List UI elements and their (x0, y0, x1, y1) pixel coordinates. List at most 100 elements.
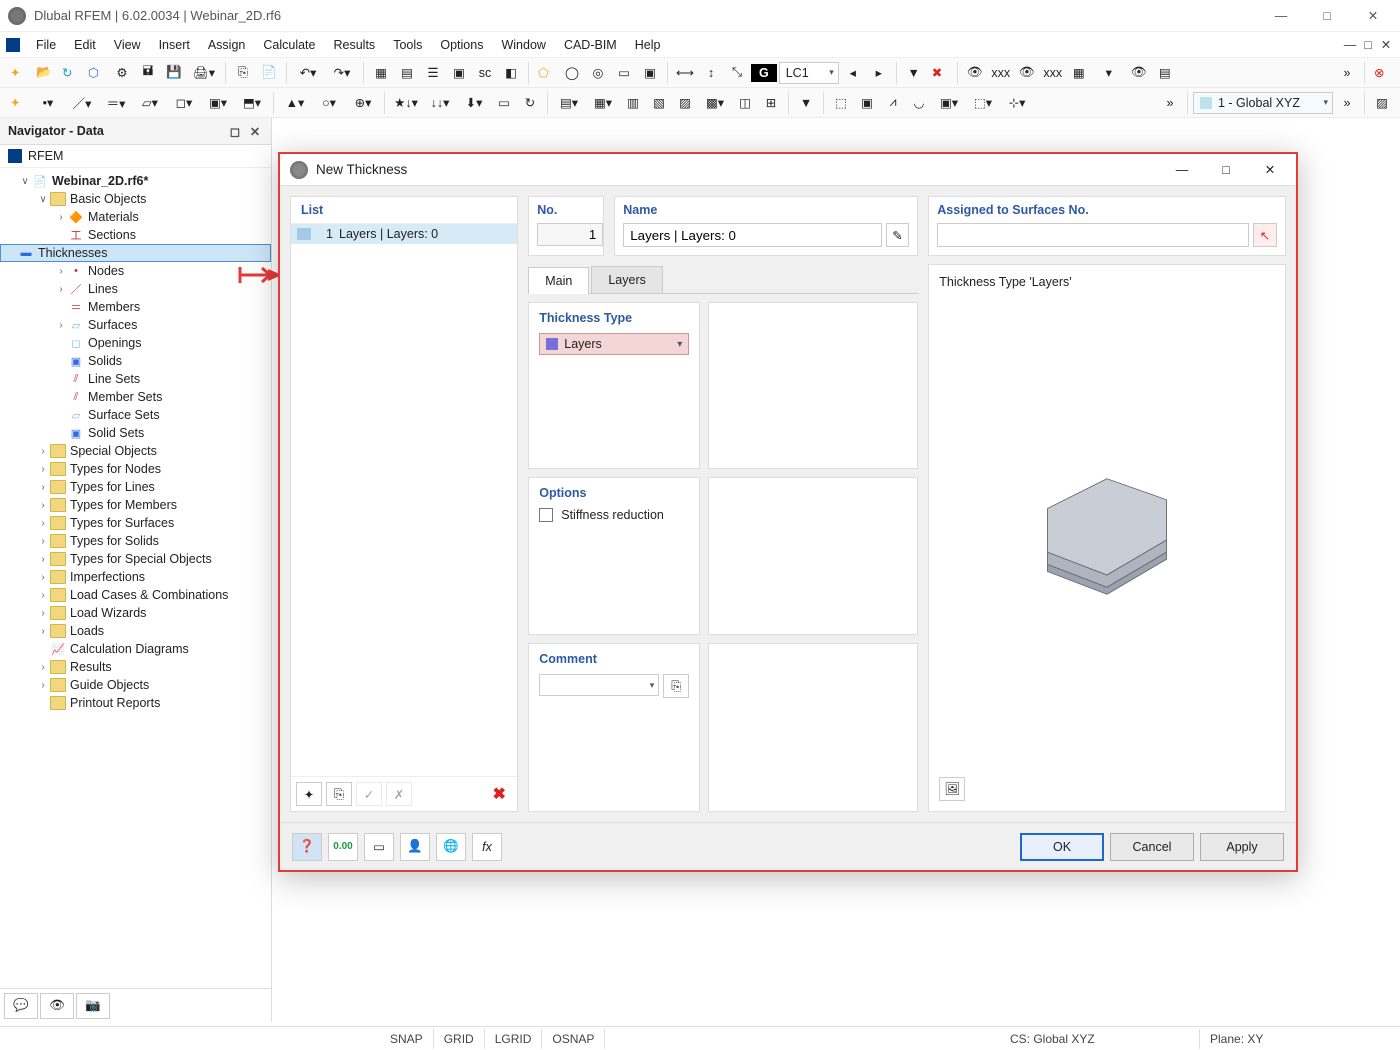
tree-members[interactable]: ＝Members (0, 298, 271, 316)
tree-guide[interactable]: ›Guide Objects (0, 676, 271, 694)
tree-types-members[interactable]: ›Types for Members (0, 496, 271, 514)
apply-button[interactable]: Apply (1200, 833, 1284, 861)
chevron-right-3-icon[interactable]: » (1335, 91, 1359, 115)
show-loads-icon[interactable]: 👁 (963, 61, 987, 85)
globe-button[interactable]: 🌐 (436, 833, 466, 861)
maximize-button[interactable]: □ (1304, 1, 1350, 31)
dim-v-icon[interactable]: ↕ (699, 61, 723, 85)
menu-options[interactable]: Options (432, 35, 491, 55)
edit-name-icon[interactable]: ✎ (886, 223, 910, 247)
cancel-button[interactable]: Cancel (1110, 833, 1194, 861)
select-cross-icon[interactable]: ▣ (638, 61, 662, 85)
menu-cadbim[interactable]: CAD-BIM (556, 35, 625, 55)
funnel-icon[interactable]: ▼ (794, 91, 818, 115)
navigator-root[interactable]: RFEM (0, 145, 271, 168)
tree-solid-sets[interactable]: ▣Solid Sets (0, 424, 271, 442)
load-node-icon[interactable]: ★↓▾ (390, 91, 422, 115)
tree-nodes[interactable]: ›•Nodes (0, 262, 271, 280)
close-button[interactable]: ✕ (1350, 1, 1396, 31)
stop-icon[interactable]: ⊗ (1370, 61, 1394, 85)
show-values-icon[interactable]: xxx (1041, 61, 1065, 85)
select-all-icon[interactable]: ◎ (586, 61, 610, 85)
tree-types-solids[interactable]: ›Types for Solids (0, 532, 271, 550)
mdi-min-icon[interactable]: — (1342, 38, 1358, 52)
view-mode-button[interactable]: ▭ (364, 833, 394, 861)
group3-icon[interactable]: ▥ (621, 91, 645, 115)
fx-button[interactable]: fx (472, 833, 502, 861)
panel-close-icon[interactable]: ✕ (247, 123, 263, 139)
new-node-icon[interactable]: ✦ (6, 91, 30, 115)
redo-icon[interactable]: ↷▾ (326, 61, 358, 85)
dialog-max-button[interactable]: □ (1204, 155, 1248, 185)
list-uncheck-icon[interactable]: ✗ (386, 782, 412, 806)
tree-special[interactable]: ›Special Objects (0, 442, 271, 460)
group7-icon[interactable]: ◫ (733, 91, 757, 115)
status-osnap[interactable]: OSNAP (542, 1029, 605, 1049)
dim-h-icon[interactable]: ⟷ (673, 61, 697, 85)
tree-imperfections[interactable]: ›Imperfections (0, 568, 271, 586)
copy-icon[interactable]: ⎘ (231, 61, 255, 85)
opening-tool-icon[interactable]: ◻▾ (168, 91, 200, 115)
tree-loadcases[interactable]: ›Load Cases & Combinations (0, 586, 271, 604)
tree-types-special[interactable]: ›Types for Special Objects (0, 550, 271, 568)
mdi-max-icon[interactable]: □ (1360, 38, 1376, 52)
tree-thicknesses[interactable]: ▬Thicknesses (0, 244, 271, 262)
delete-filter-icon[interactable]: ✖ (928, 61, 952, 85)
view3-icon[interactable]: ⩘ (881, 91, 905, 115)
tab-layers[interactable]: Layers (591, 266, 663, 293)
stiffness-checkbox[interactable]: Stiffness reduction (539, 508, 689, 522)
show-numbers-icon[interactable]: xxx (989, 61, 1013, 85)
undo-icon[interactable]: ↶▾ (292, 61, 324, 85)
group5-icon[interactable]: ▨ (673, 91, 697, 115)
chevron-right-2-icon[interactable]: » (1158, 91, 1182, 115)
status-lgrid[interactable]: LGRID (485, 1029, 543, 1049)
list-icon[interactable]: ☰ (421, 61, 445, 85)
member-tool-icon[interactable]: ＝▾ (100, 91, 132, 115)
menu-calculate[interactable]: Calculate (255, 35, 323, 55)
show-results-icon[interactable]: 👁 (1015, 61, 1039, 85)
view-filter-icon[interactable]: ▾ (1093, 61, 1125, 85)
select-lasso-icon[interactable]: ◯ (560, 61, 584, 85)
dialog-titlebar[interactable]: New Thickness — □ ✕ (280, 154, 1296, 186)
dialog-min-button[interactable]: — (1160, 155, 1204, 185)
menu-window[interactable]: Window (493, 35, 553, 55)
list-check-icon[interactable]: ✓ (356, 782, 382, 806)
no-input[interactable] (537, 223, 603, 246)
surface-tool-icon[interactable]: ▱▾ (134, 91, 166, 115)
tree-types-lines[interactable]: ›Types for Lines (0, 478, 271, 496)
view2-icon[interactable]: ▣ (855, 91, 879, 115)
mdi-close-icon[interactable]: ✕ (1378, 38, 1394, 52)
tree-surface-sets[interactable]: ▱Surface Sets (0, 406, 271, 424)
dialog-close-button[interactable]: ✕ (1248, 155, 1292, 185)
assigned-input[interactable] (937, 223, 1249, 247)
set-tool-icon[interactable]: ⬒▾ (236, 91, 268, 115)
tree-project[interactable]: ∨📄Webinar_2D.rf6* (0, 172, 271, 190)
cloud-icon[interactable]: ⬡ (84, 61, 108, 85)
tab-main[interactable]: Main (528, 267, 589, 294)
thickness-type-combo[interactable]: Layers (539, 333, 689, 355)
panel-icon[interactable]: ◧ (499, 61, 523, 85)
tree-basic-objects[interactable]: ∨Basic Objects (0, 190, 271, 208)
filter-icon[interactable]: ▼ (902, 61, 926, 85)
tree-surfaces[interactable]: ›▱Surfaces (0, 316, 271, 334)
status-snap[interactable]: SNAP (380, 1029, 434, 1049)
tree-types-surfaces[interactable]: ›Types for Surfaces (0, 514, 271, 532)
tree-load-wizards[interactable]: ›Load Wizards (0, 604, 271, 622)
tree-openings[interactable]: ◻Openings (0, 334, 271, 352)
panel-undock-icon[interactable]: ◻ (227, 123, 243, 139)
view7-icon[interactable]: ⊹▾ (1001, 91, 1033, 115)
list-new-icon[interactable]: ✦ (296, 782, 322, 806)
tree-loads[interactable]: ›Loads (0, 622, 271, 640)
group8-icon[interactable]: ⊞ (759, 91, 783, 115)
settings-icon[interactable]: ⚙ (110, 61, 134, 85)
menu-tools[interactable]: Tools (385, 35, 430, 55)
open-file-icon[interactable]: 📂 (32, 61, 56, 85)
tree-materials[interactable]: ›🔶Materials (0, 208, 271, 226)
goto-button[interactable]: 👤 (400, 833, 430, 861)
menu-view[interactable]: View (106, 35, 149, 55)
help-button[interactable]: ❓ (292, 833, 322, 861)
new-file-icon[interactable]: ✦ (6, 61, 30, 85)
list-item[interactable]: 1 Layers | Layers: 0 (291, 224, 517, 244)
tree-lines[interactable]: ›／Lines (0, 280, 271, 298)
tree-solids[interactable]: ▣Solids (0, 352, 271, 370)
